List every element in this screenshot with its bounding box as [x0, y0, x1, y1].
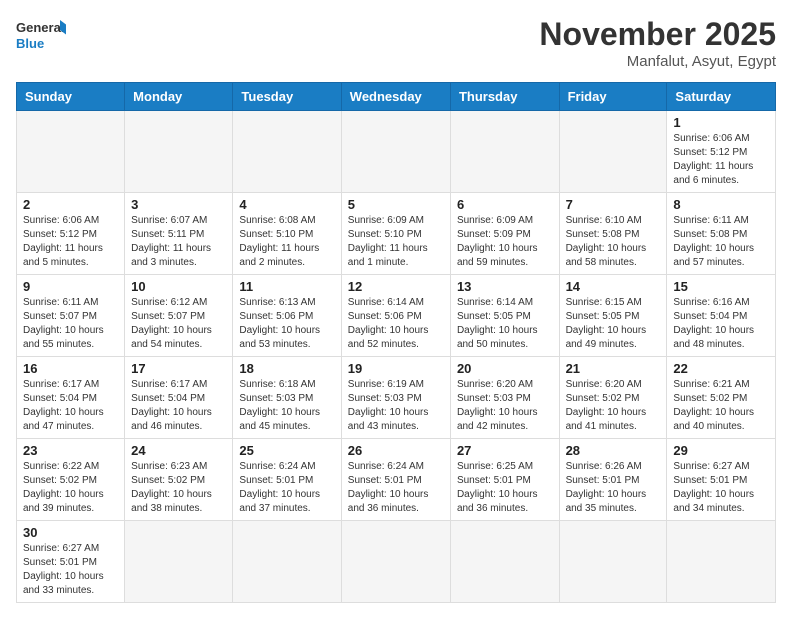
day-27: 27 Sunrise: 6:25 AM Sunset: 5:01 PM Dayl… [450, 439, 559, 521]
page-header: General Blue November 2025 Manfalut, Asy… [16, 16, 776, 70]
empty-cell [125, 521, 233, 603]
month-year-title: November 2025 [539, 16, 776, 53]
day-18: 18 Sunrise: 6:18 AM Sunset: 5:03 PM Dayl… [233, 357, 341, 439]
day-12: 12 Sunrise: 6:14 AM Sunset: 5:06 PM Dayl… [341, 275, 450, 357]
empty-cell [559, 111, 667, 193]
calendar-table: Sunday Monday Tuesday Wednesday Thursday… [16, 82, 776, 603]
day-30: 30 Sunrise: 6:27 AM Sunset: 5:01 PM Dayl… [17, 521, 125, 603]
day-9: 9 Sunrise: 6:11 AM Sunset: 5:07 PM Dayli… [17, 275, 125, 357]
empty-cell [125, 111, 233, 193]
location-subtitle: Manfalut, Asyut, Egypt [539, 53, 776, 70]
day-number: 2 [23, 197, 118, 212]
day-16: 16 Sunrise: 6:17 AM Sunset: 5:04 PM Dayl… [17, 357, 125, 439]
empty-cell [233, 111, 341, 193]
day-info: Sunrise: 6:06 AM Sunset: 5:12 PM Dayligh… [23, 214, 118, 270]
col-friday: Friday [559, 83, 667, 111]
day-7: 7 Sunrise: 6:10 AM Sunset: 5:08 PM Dayli… [559, 193, 667, 275]
day-number: 1 [673, 115, 769, 130]
empty-cell [667, 521, 776, 603]
day-1: 1 Sunrise: 6:06 AM Sunset: 5:12 PM Dayli… [667, 111, 776, 193]
calendar-week-6: 30 Sunrise: 6:27 AM Sunset: 5:01 PM Dayl… [17, 521, 776, 603]
title-block: November 2025 Manfalut, Asyut, Egypt [539, 16, 776, 70]
day-29: 29 Sunrise: 6:27 AM Sunset: 5:01 PM Dayl… [667, 439, 776, 521]
day-22: 22 Sunrise: 6:21 AM Sunset: 5:02 PM Dayl… [667, 357, 776, 439]
col-saturday: Saturday [667, 83, 776, 111]
svg-text:Blue: Blue [16, 36, 44, 51]
calendar-week-5: 23 Sunrise: 6:22 AM Sunset: 5:02 PM Dayl… [17, 439, 776, 521]
sunrise-label: Sunrise: [673, 133, 712, 144]
empty-cell [17, 111, 125, 193]
sunset-value: 5:12 PM [710, 147, 747, 158]
col-sunday: Sunday [17, 83, 125, 111]
sunrise-value: 6:06 AM [713, 133, 750, 144]
calendar-week-1: 1 Sunrise: 6:06 AM Sunset: 5:12 PM Dayli… [17, 111, 776, 193]
day-21: 21 Sunrise: 6:20 AM Sunset: 5:02 PM Dayl… [559, 357, 667, 439]
col-thursday: Thursday [450, 83, 559, 111]
sunset-label: Sunset: [673, 147, 710, 158]
day-2: 2 Sunrise: 6:06 AM Sunset: 5:12 PM Dayli… [17, 193, 125, 275]
day-15: 15 Sunrise: 6:16 AM Sunset: 5:04 PM Dayl… [667, 275, 776, 357]
day-3: 3 Sunrise: 6:07 AM Sunset: 5:11 PM Dayli… [125, 193, 233, 275]
empty-cell [233, 521, 341, 603]
empty-cell [450, 111, 559, 193]
day-25: 25 Sunrise: 6:24 AM Sunset: 5:01 PM Dayl… [233, 439, 341, 521]
day-5: 5 Sunrise: 6:09 AM Sunset: 5:10 PM Dayli… [341, 193, 450, 275]
day-23: 23 Sunrise: 6:22 AM Sunset: 5:02 PM Dayl… [17, 439, 125, 521]
calendar-week-3: 9 Sunrise: 6:11 AM Sunset: 5:07 PM Dayli… [17, 275, 776, 357]
empty-cell [559, 521, 667, 603]
day-17: 17 Sunrise: 6:17 AM Sunset: 5:04 PM Dayl… [125, 357, 233, 439]
empty-cell [450, 521, 559, 603]
day-11: 11 Sunrise: 6:13 AM Sunset: 5:06 PM Dayl… [233, 275, 341, 357]
col-tuesday: Tuesday [233, 83, 341, 111]
weekday-header-row: Sunday Monday Tuesday Wednesday Thursday… [17, 83, 776, 111]
col-monday: Monday [125, 83, 233, 111]
day-26: 26 Sunrise: 6:24 AM Sunset: 5:01 PM Dayl… [341, 439, 450, 521]
day-28: 28 Sunrise: 6:26 AM Sunset: 5:01 PM Dayl… [559, 439, 667, 521]
day-4: 4 Sunrise: 6:08 AM Sunset: 5:10 PM Dayli… [233, 193, 341, 275]
empty-cell [341, 111, 450, 193]
empty-cell [341, 521, 450, 603]
logo: General Blue [16, 16, 66, 60]
day-10: 10 Sunrise: 6:12 AM Sunset: 5:07 PM Dayl… [125, 275, 233, 357]
svg-text:General: General [16, 20, 64, 35]
day-13: 13 Sunrise: 6:14 AM Sunset: 5:05 PM Dayl… [450, 275, 559, 357]
day-19: 19 Sunrise: 6:19 AM Sunset: 5:03 PM Dayl… [341, 357, 450, 439]
calendar-week-2: 2 Sunrise: 6:06 AM Sunset: 5:12 PM Dayli… [17, 193, 776, 275]
day-14: 14 Sunrise: 6:15 AM Sunset: 5:05 PM Dayl… [559, 275, 667, 357]
day-8: 8 Sunrise: 6:11 AM Sunset: 5:08 PM Dayli… [667, 193, 776, 275]
col-wednesday: Wednesday [341, 83, 450, 111]
calendar-week-4: 16 Sunrise: 6:17 AM Sunset: 5:04 PM Dayl… [17, 357, 776, 439]
day-24: 24 Sunrise: 6:23 AM Sunset: 5:02 PM Dayl… [125, 439, 233, 521]
daylight-label: Daylight: [673, 161, 715, 172]
day-20: 20 Sunrise: 6:20 AM Sunset: 5:03 PM Dayl… [450, 357, 559, 439]
day-info: Sunrise: 6:06 AM Sunset: 5:12 PM Dayligh… [673, 132, 769, 188]
logo-icon: General Blue [16, 16, 66, 60]
day-6: 6 Sunrise: 6:09 AM Sunset: 5:09 PM Dayli… [450, 193, 559, 275]
